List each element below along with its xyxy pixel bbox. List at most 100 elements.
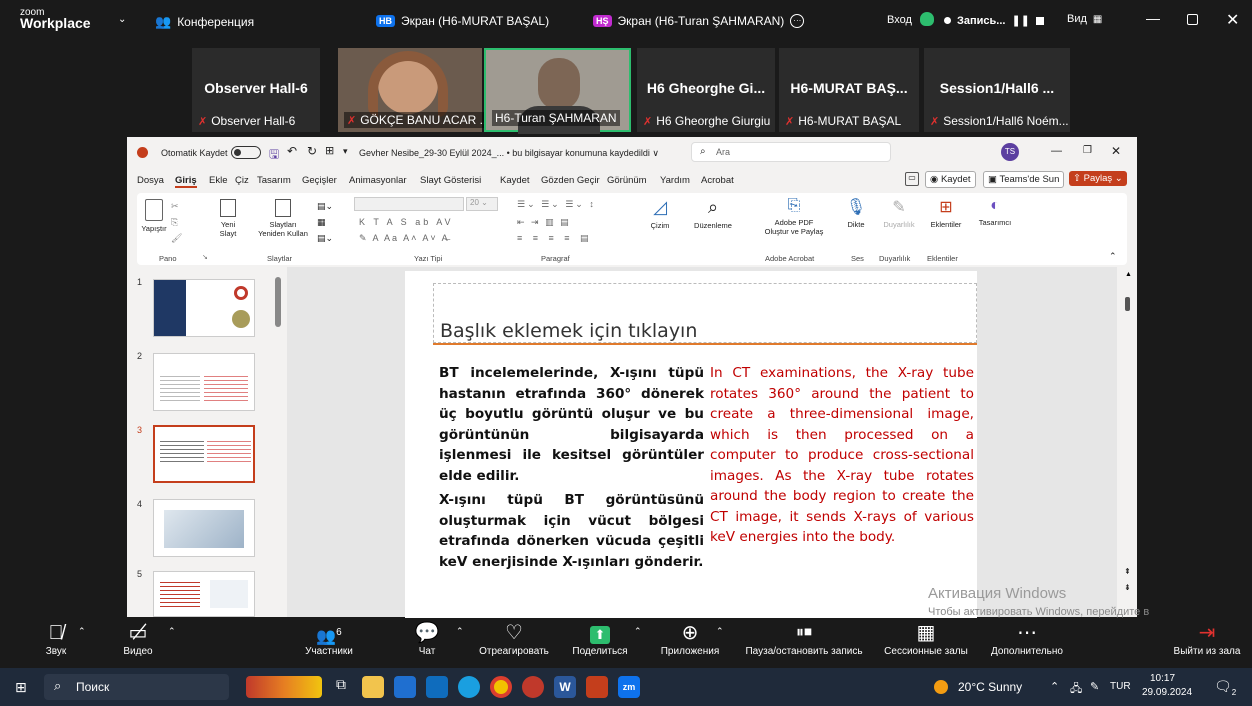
turkish-text-box[interactable]: BT incelemelerinde, X-ışını tüpü hastanı…: [439, 363, 704, 572]
title-placeholder-box[interactable]: Başlık eklemek için tıklayın: [433, 283, 977, 343]
menu-giris[interactable]: Giriş: [175, 175, 197, 188]
more-button[interactable]: ⋯ Дополнительно: [984, 620, 1070, 657]
font-name-select[interactable]: [354, 197, 464, 211]
taskbar-search[interactable]: ⌕ Поиск: [44, 674, 229, 700]
zoom-taskbar-icon[interactable]: zm: [618, 676, 640, 698]
editing-button[interactable]: ⌕ Düzenleme: [689, 197, 737, 230]
slide-thumb-4[interactable]: [153, 499, 255, 557]
addins-button[interactable]: ⊞ Eklentiler: [925, 197, 967, 229]
ms-store-icon[interactable]: [394, 676, 416, 698]
comments-icon[interactable]: ▭: [905, 172, 919, 186]
customize-quick-access-icon[interactable]: ▾: [343, 146, 348, 157]
reset-icon[interactable]: ▦: [317, 217, 326, 228]
collapse-ribbon-icon[interactable]: ⌃: [1109, 251, 1117, 262]
menu-animasyonlar[interactable]: Animasyonlar: [349, 175, 407, 186]
minimize-icon[interactable]: —: [1146, 10, 1160, 26]
video-tile-gheorghe[interactable]: H6 Gheorghe Gi... ✗ H6 Gheorghe Giurgiu: [637, 48, 775, 132]
video-options-chevron-icon[interactable]: ⌃: [168, 626, 176, 637]
audio-options-chevron-icon[interactable]: ⌃: [78, 626, 86, 637]
slide-thumb-5[interactable]: [153, 571, 255, 617]
video-tile-turan[interactable]: H6-Turan ŞAHMARAN: [484, 48, 631, 134]
pause-record-icon[interactable]: ❚❚: [1011, 14, 1029, 27]
chrome-profile-icon[interactable]: [522, 676, 544, 698]
english-text-box[interactable]: In CT examinations, the X-ray tube rotat…: [710, 363, 974, 548]
menu-gorunum[interactable]: Görünüm: [607, 175, 647, 186]
new-slide-button[interactable]: Yeni Slayt: [211, 199, 245, 238]
font-color-icons[interactable]: ✎ A Aa A˄ A˅ A̶: [359, 233, 450, 244]
login-button[interactable]: Вход: [887, 14, 912, 26]
reuse-slides-button[interactable]: Slaytları Yeniden Kullan: [253, 199, 313, 238]
menu-gozden-gecir[interactable]: Gözden Geçir: [541, 175, 600, 186]
breakout-rooms-button[interactable]: ▦ Сессионные залы: [878, 620, 974, 657]
react-button[interactable]: ♡ Отреагировать: [474, 620, 554, 657]
menu-acrobat[interactable]: Acrobat: [701, 175, 734, 186]
list-icons[interactable]: ☰⌄ ☰⌄ ☰⌄ ↕: [517, 199, 596, 210]
cut-icon[interactable]: ✂: [171, 201, 179, 212]
align-icons[interactable]: ≡ ≡ ≡ ≡ ▤: [517, 233, 593, 244]
user-avatar[interactable]: TS: [1001, 143, 1019, 161]
thumb-scrollbar[interactable]: [275, 277, 281, 327]
audio-button[interactable]: 🎙̸ Звук: [38, 620, 74, 657]
app-menu-chevron-icon[interactable]: ⌄: [118, 14, 126, 25]
pen-icon[interactable]: ✎: [1090, 680, 1099, 693]
share-options-chevron-icon[interactable]: ⌃: [634, 626, 642, 637]
menu-ekle[interactable]: Ekle: [209, 175, 227, 186]
clock-time[interactable]: 10:17: [1150, 673, 1175, 684]
more-options-icon[interactable]: ···: [790, 14, 805, 28]
drawing-button[interactable]: ◿ Çizim: [645, 197, 675, 230]
chat-button[interactable]: 💬 Чат: [412, 620, 442, 657]
menu-gecisler[interactable]: Geçişler: [302, 175, 337, 186]
share-tab-turan[interactable]: HŞ Экран (H6-Turan ŞAHMARAN) ···: [593, 14, 805, 28]
file-explorer-icon[interactable]: [362, 676, 384, 698]
leave-room-button[interactable]: ⇥ Выйти из зала: [1168, 620, 1246, 657]
share-tab-murat[interactable]: HB Экран (H6-MURAT BAŞAL): [376, 14, 549, 28]
taskbar-widget-image[interactable]: [246, 676, 322, 698]
scroll-thumb[interactable]: [1125, 297, 1130, 311]
slide-thumb-1[interactable]: [153, 279, 255, 337]
video-tile-observer[interactable]: Observer Hall-6 ✗ Observer Hall-6: [192, 48, 320, 132]
record-save-button[interactable]: ◉ Kaydet: [925, 171, 976, 188]
menu-tasarim[interactable]: Tasarım: [257, 175, 291, 186]
tray-chevron-icon[interactable]: ⌃: [1050, 680, 1059, 693]
indent-icons[interactable]: ⇤ ⇥ ▥ ▤: [517, 217, 571, 228]
font-size-select[interactable]: 20 ⌄: [466, 197, 498, 211]
title-placeholder-text[interactable]: Başlık eklemek için tıklayın: [440, 320, 697, 342]
dictate-button[interactable]: 🎙 Dikte: [843, 197, 869, 229]
undo-icon[interactable]: ↶: [287, 144, 297, 158]
chrome-icon[interactable]: [490, 676, 512, 698]
video-tile-murat[interactable]: H6-MURAT BAŞ... ✗ H6-MURAT BAŞAL: [779, 48, 919, 132]
ppt-close-icon[interactable]: ✕: [1111, 144, 1121, 158]
adobe-pdf-button[interactable]: ⎘ Adobe PDF Oluştur ve Paylaş: [757, 197, 831, 236]
ppt-minimize-icon[interactable]: —: [1051, 145, 1062, 157]
pano-dialog-icon[interactable]: ↘: [202, 253, 208, 261]
paste-button[interactable]: Yapıştır: [139, 199, 169, 233]
next-slide-icon[interactable]: ⇟: [1124, 583, 1131, 592]
video-tile-session[interactable]: Session1/Hall6 ... ✗ Session1/Hall6 Noém.…: [924, 48, 1070, 132]
search-box[interactable]: ⌕ Ara: [691, 142, 891, 162]
format-painter-icon[interactable]: 🖌: [171, 233, 182, 244]
save-icon[interactable]: 🖫: [269, 145, 279, 166]
conference-menu[interactable]: 👥 Конференция: [155, 14, 254, 30]
network-icon[interactable]: 🖧: [1070, 680, 1082, 699]
present-in-teams-button[interactable]: ▣ Teams'de Sun: [983, 171, 1065, 188]
canvas-scrollbar[interactable]: ▲ ⇞ ⇟: [1120, 267, 1137, 617]
mail-icon[interactable]: [426, 676, 448, 698]
stop-record-icon[interactable]: [1035, 16, 1044, 25]
powerpoint-taskbar-icon[interactable]: [586, 676, 608, 698]
slide-thumb-3-active[interactable]: [153, 425, 255, 483]
menu-kaydet[interactable]: Kaydet: [500, 175, 530, 186]
ppt-restore-icon[interactable]: ❐: [1083, 145, 1092, 156]
layout-icon[interactable]: ▤⌄: [317, 201, 333, 212]
presenter-icon[interactable]: ⊞: [325, 144, 334, 157]
share-screen-button[interactable]: ⬆ Поделиться: [560, 620, 640, 657]
section-icon[interactable]: ▤⌄: [317, 233, 333, 244]
scroll-up-icon[interactable]: ▲: [1125, 271, 1132, 278]
view-menu[interactable]: Вид ▦: [1067, 13, 1102, 25]
redo-icon[interactable]: ↻: [307, 144, 317, 158]
sensitivity-button[interactable]: ✎ Duyarlılık: [877, 197, 921, 229]
clock-date[interactable]: 29.09.2024: [1142, 687, 1192, 698]
autosave-toggle[interactable]: [231, 146, 261, 159]
recording-indicator[interactable]: Запись... ❚❚: [944, 14, 1044, 27]
pause-stop-record-button[interactable]: ⏸⏹ Пауза/остановить запись: [734, 620, 874, 657]
video-button[interactable]: ▭̸ Видео: [118, 620, 158, 657]
